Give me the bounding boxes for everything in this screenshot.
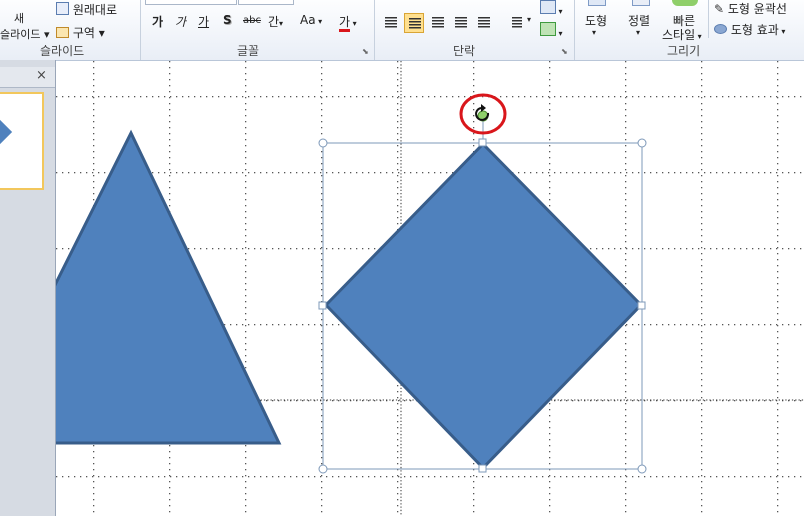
thumbnail-diamond-shape [0,117,13,147]
char-spacing-label: 간 [268,15,280,29]
slide-canvas[interactable] [56,61,804,516]
group-separator [374,0,375,60]
group-separator [574,0,575,60]
section-button[interactable]: 구역 ▾ [56,24,105,41]
paragraph-group-label: 단락 [453,44,476,58]
quick-styles-button[interactable]: 스타일 ▾ [662,26,702,43]
change-case-button[interactable]: Aa ▾ [300,13,322,27]
arrange-button[interactable]: 정렬 [628,12,650,29]
new-slide-button-top[interactable]: 새 [14,10,24,26]
chevron-down-icon: ▾ [315,17,323,26]
shapes-button[interactable]: 도형 [585,12,607,29]
resize-handle-bottom-left[interactable] [318,464,328,474]
dialog-launcher-icon[interactable]: ⬊ [561,47,568,56]
font-color-button[interactable]: 가 ▾ [339,13,357,32]
close-icon[interactable]: × [36,68,47,83]
chevron-down-icon[interactable]: ▾ [592,28,596,37]
font-name-box[interactable] [145,0,237,5]
smartart-button[interactable]: ▾ [540,22,563,39]
align-right-icon [432,17,444,28]
group-separator [708,0,709,38]
reset-button[interactable]: 원래대로 [56,1,117,18]
char-spacing-button[interactable]: 간▾ [268,13,283,30]
drawing-group-label: 그리기 [667,44,701,58]
shape-outline-label: 도형 윤곽선 [727,2,787,16]
chevron-down-icon: ▾ [556,7,563,16]
reset-label: 원래대로 [72,3,117,17]
chevron-down-icon: ▾ [350,19,357,28]
italic-button[interactable]: 가 [175,13,186,30]
resize-handle-top-right[interactable] [637,138,647,148]
text-direction-icon [540,0,556,14]
align-center-icon [409,18,421,29]
reset-icon [56,2,69,15]
text-direction-button[interactable]: ▾ [540,0,563,17]
slide-drawing [56,61,804,516]
shape-effects-button[interactable]: 도형 효과 ▾ [714,21,785,38]
resize-handle-bottom-right[interactable] [637,464,647,474]
new-slide-button[interactable]: 슬라이드 ▾ [0,26,50,42]
align-right-button[interactable] [428,13,448,33]
dialog-launcher-icon[interactable]: ⬊ [362,47,369,56]
quick-styles-label: 스타일 [662,28,696,42]
resize-handle-left[interactable] [318,301,327,310]
slide-thumbnail[interactable] [0,92,44,190]
chevron-down-icon: ▾ [778,27,786,36]
distribute-button[interactable] [474,13,494,33]
resize-handle-right[interactable] [637,301,646,310]
shadow-button[interactable]: S [223,13,232,27]
shape-outline-button[interactable]: ✎ 도형 윤곽선 [714,0,787,17]
resize-handle-bottom[interactable] [478,464,487,473]
chevron-down-icon: ▾ [556,29,563,38]
group-separator [140,0,141,60]
columns-button[interactable] [508,13,528,33]
shape-effects-label: 도형 효과 [730,23,779,37]
ribbon: 새 슬라이드 ▾ 원래대로 구역 ▾ 슬라이드 가 가 가 S abc 간▾ A… [0,0,804,61]
align-center-button[interactable] [404,13,424,33]
font-size-box[interactable] [238,0,294,5]
shape-effects-icon [714,24,727,34]
new-slide-label: 슬라이드 [0,28,41,41]
justify-button[interactable] [451,13,471,33]
underline-button[interactable]: 가 [198,13,209,30]
section-label: 구역 [72,26,95,40]
pencil-icon: ✎ [714,2,725,16]
slides-group-label: 슬라이드 [40,44,85,58]
font-group-label: 글꼴 [237,44,260,58]
distribute-icon [478,17,490,28]
resize-handle-top[interactable] [478,138,487,147]
shapes-icon [588,0,606,6]
align-left-icon [385,17,397,28]
arrange-icon [632,0,650,6]
justify-icon [455,17,467,28]
section-icon [56,27,69,38]
quick-styles-icon [672,0,698,6]
change-case-label: Aa [300,13,316,27]
align-left-button[interactable] [381,13,401,33]
smartart-icon [540,22,556,36]
font-color-label: 가 [339,15,351,32]
chevron-down-icon[interactable]: ▾ [636,28,640,37]
resize-handle-top-left[interactable] [318,138,328,148]
chevron-down-icon: ▾ [695,32,702,41]
chevron-down-icon: ▾ [279,19,284,28]
chevron-down-icon[interactable]: ▾ [527,15,531,24]
strikethrough-button[interactable]: abc [243,15,261,26]
columns-icon [512,17,522,28]
bold-button[interactable]: 가 [152,13,163,30]
